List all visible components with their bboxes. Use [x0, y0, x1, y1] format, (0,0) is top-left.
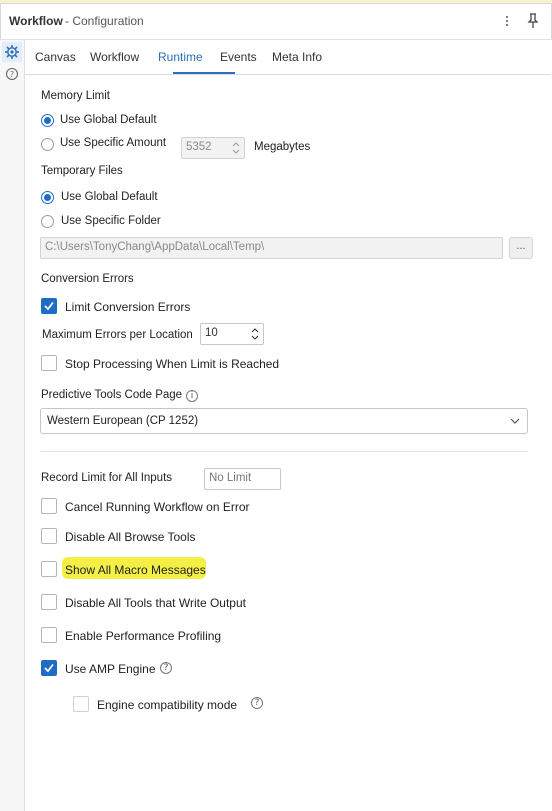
- memory-specific-label: Use Specific Amount: [60, 137, 167, 149]
- record-limit-label: Record Limit for All Inputs: [41, 472, 173, 484]
- left-rail: ?: [0, 40, 25, 811]
- memory-global-radio[interactable]: [41, 114, 54, 127]
- help-icon[interactable]: ?: [251, 697, 263, 709]
- rail-help-button[interactable]: ?: [2, 64, 22, 84]
- tab-runtime[interactable]: Runtime: [158, 50, 203, 64]
- engine-compat-label: Engine compatibility mode: [97, 698, 238, 712]
- kebab-menu-icon[interactable]: [501, 13, 513, 29]
- temp-files-heading: Temporary Files: [41, 165, 123, 177]
- tab-bar: Canvas Workflow Runtime Events Meta Info: [25, 40, 551, 75]
- limit-conversion-errors-checkbox[interactable]: [41, 298, 57, 314]
- tab-canvas[interactable]: Canvas: [35, 50, 76, 64]
- engine-compat-checkbox[interactable]: [73, 696, 89, 712]
- temp-global-radio[interactable]: [41, 191, 54, 204]
- memory-global-label: Use Global Default: [60, 114, 157, 126]
- runtime-settings: Memory Limit Use Global Default Use Spec…: [25, 75, 551, 811]
- rail-gear-button[interactable]: [2, 42, 22, 62]
- temp-folder-path-value: C:\Users\TonyChang\AppData\Local\Temp\: [45, 241, 265, 253]
- cancel-on-error-checkbox[interactable]: [41, 498, 57, 514]
- help-icon[interactable]: ?: [160, 662, 172, 674]
- cancel-on-error-label: Cancel Running Workflow on Error: [65, 500, 250, 514]
- code-page-dropdown[interactable]: Western European (CP 1252): [40, 408, 528, 434]
- show-macro-messages-checkbox[interactable]: [41, 561, 57, 577]
- max-errors-value: 10: [205, 327, 218, 339]
- panel-header: Workflow - Configuration: [0, 3, 552, 40]
- tab-meta-info[interactable]: Meta Info: [272, 50, 322, 64]
- temp-folder-radio[interactable]: [41, 215, 54, 228]
- checkmark-icon: [44, 663, 54, 673]
- info-icon[interactable]: i: [186, 390, 198, 402]
- limit-conversion-errors-label: Limit Conversion Errors: [65, 300, 191, 314]
- temp-global-label: Use Global Default: [61, 191, 158, 203]
- pin-icon[interactable]: [526, 13, 540, 29]
- memory-unit-label: Megabytes: [254, 141, 311, 153]
- amp-engine-checkbox[interactable]: [41, 660, 57, 676]
- memory-limit-heading: Memory Limit: [41, 90, 111, 102]
- max-errors-stepper[interactable]: 10: [200, 323, 264, 345]
- memory-amount-value: 5352: [186, 141, 212, 153]
- svg-text:?: ?: [10, 70, 14, 79]
- stop-processing-label: Stop Processing When Limit is Reached: [65, 357, 280, 371]
- amp-engine-label: Use AMP Engine: [65, 662, 156, 676]
- help-icon: ?: [5, 67, 19, 81]
- max-errors-label: Maximum Errors per Location: [42, 329, 193, 341]
- record-limit-input[interactable]: No Limit: [204, 468, 281, 490]
- tab-events[interactable]: Events: [220, 50, 257, 64]
- disable-output-checkbox[interactable]: [41, 594, 57, 610]
- predictive-code-page-heading: Predictive Tools Code Page: [41, 389, 183, 401]
- memory-amount-stepper[interactable]: 5352: [181, 137, 245, 159]
- disable-browse-checkbox[interactable]: [41, 528, 57, 544]
- disable-browse-label: Disable All Browse Tools: [65, 530, 196, 544]
- stop-processing-checkbox[interactable]: [41, 355, 57, 371]
- gear-icon: [5, 45, 19, 59]
- code-page-selected: Western European (CP 1252): [47, 415, 199, 427]
- performance-profiling-checkbox[interactable]: [41, 627, 57, 643]
- tab-workflow[interactable]: Workflow: [90, 50, 139, 64]
- conversion-errors-heading: Conversion Errors: [41, 273, 134, 285]
- show-macro-messages-label: Show All Macro Messages: [65, 563, 206, 577]
- spinner-arrows-icon[interactable]: [248, 325, 262, 343]
- panel-title: Workflow: [9, 14, 63, 28]
- performance-profiling-label: Enable Performance Profiling: [65, 629, 222, 643]
- memory-specific-radio[interactable]: [41, 138, 54, 151]
- chevron-down-icon: [510, 418, 520, 424]
- active-tab-indicator: [173, 72, 235, 74]
- disable-output-label: Disable All Tools that Write Output: [65, 596, 246, 610]
- temp-folder-label: Use Specific Folder: [61, 215, 161, 227]
- record-limit-placeholder: No Limit: [209, 472, 252, 484]
- checkmark-icon: [44, 301, 54, 311]
- spinner-arrows-icon[interactable]: [229, 139, 243, 157]
- section-divider: [41, 451, 527, 452]
- temp-folder-path-input[interactable]: C:\Users\TonyChang\AppData\Local\Temp\: [40, 237, 503, 259]
- browse-folder-button[interactable]: ...: [509, 237, 533, 259]
- panel-subtitle: - Configuration: [65, 14, 144, 28]
